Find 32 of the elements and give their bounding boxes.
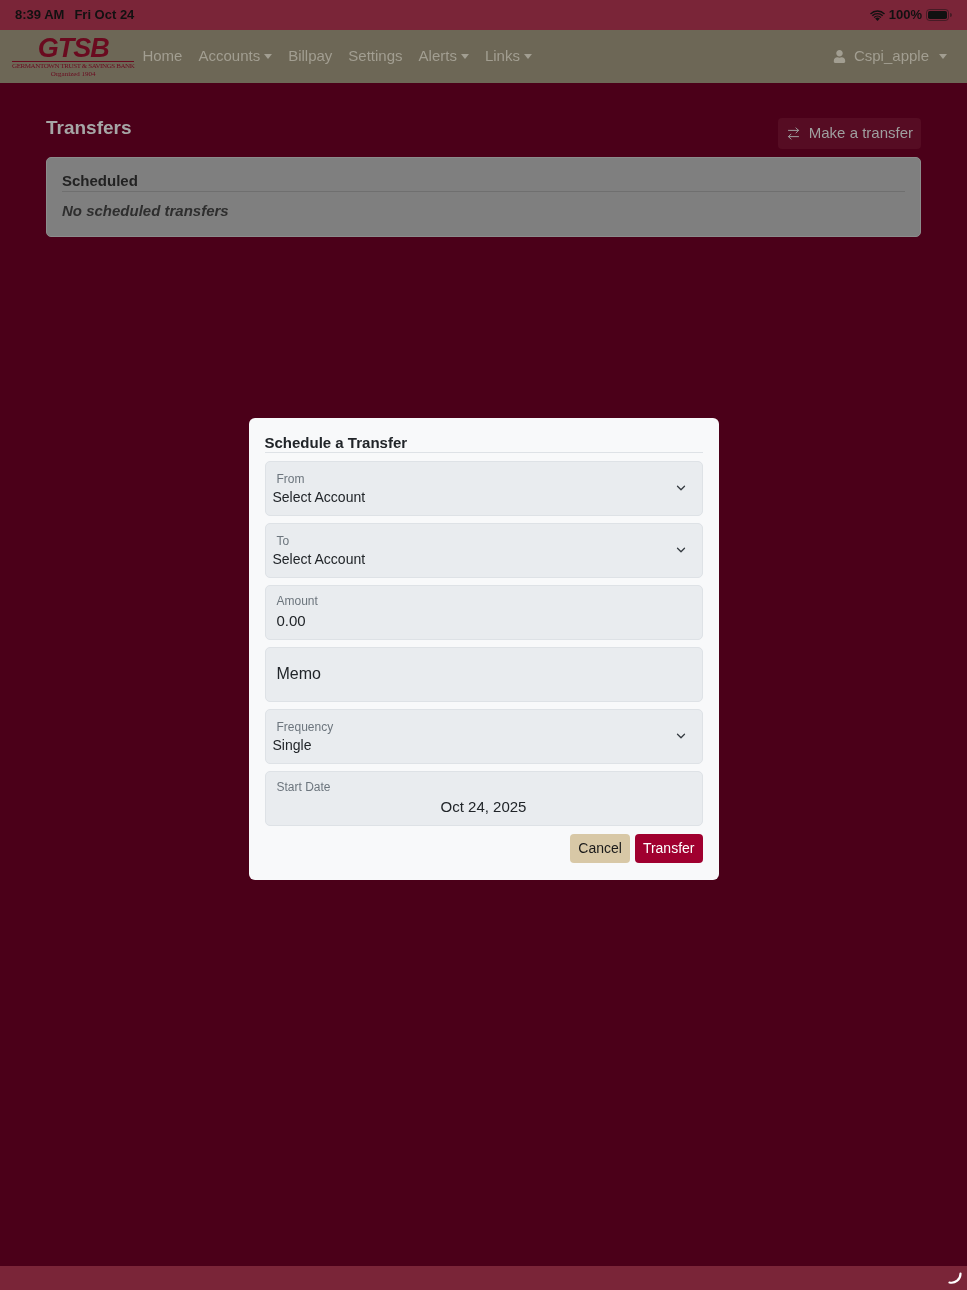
transfer-button[interactable]: Transfer [634,833,703,863]
field-value: Select Account [272,550,366,568]
battery-icon [926,9,952,21]
dialog-title: Schedule a Transfer [264,433,703,453]
field-label: Amount [276,594,318,609]
select-field[interactable]: Frequency Single [264,708,703,764]
amount-field[interactable]: Amount 0.00 [264,584,703,640]
arrows-left-right-icon [785,126,801,141]
field-value: Oct 24, 2025 [440,798,527,816]
select-field[interactable]: From Select Account [264,460,703,516]
page-title: Transfers [46,117,132,139]
field-label: From [276,471,305,487]
field-label: Start Date [276,780,331,795]
date-field[interactable]: Start Date Oct 24, 2025 [264,770,703,826]
arc-icon [948,1272,962,1284]
field-value: Select Account [272,488,366,506]
field-value: Single [272,736,312,754]
make-transfer-button[interactable]: Make a transfer [777,118,921,149]
field-value: 0.00 [276,612,306,630]
battery-percent: 100% [888,6,922,25]
empty-message: No scheduled transfers [62,202,230,220]
user-icon [832,50,846,63]
card-title: Scheduled [62,172,905,192]
select-field[interactable]: To Select Account [264,522,703,578]
field-label: Frequency [276,719,334,735]
memo-field[interactable]: Memo [264,646,703,702]
logo-mark: GTSB [37,35,109,60]
status-time: 8:39 AM [15,6,65,25]
status-date: Fri Oct 24 [74,6,135,25]
cancel-button[interactable]: Cancel [570,833,630,863]
field-label: To [276,533,290,549]
wifi-icon [869,9,885,21]
